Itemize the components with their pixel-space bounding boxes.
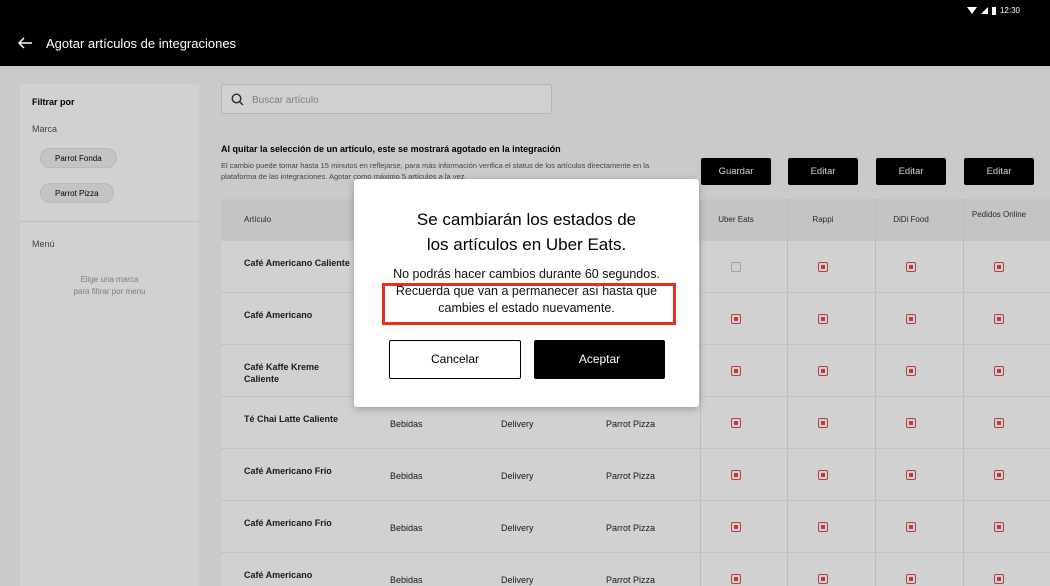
highlight-box <box>382 283 676 325</box>
status-bar: 12:30 <box>966 6 1020 15</box>
dialog-title-line1: Se cambiarán los estados de <box>416 210 637 229</box>
wifi-icon <box>966 7 977 14</box>
back-arrow-icon[interactable] <box>16 34 34 52</box>
accept-button[interactable]: Aceptar <box>534 340 665 379</box>
app-bar: 12:30 Agotar artículos de integraciones <box>0 0 1050 66</box>
signal-icon <box>980 7 988 14</box>
cancel-button[interactable]: Cancelar <box>389 340 521 379</box>
confirm-dialog: Se cambiarán los estados de los artículo… <box>354 179 699 407</box>
battery-icon <box>991 6 996 15</box>
status-time: 12:30 <box>999 6 1020 15</box>
dialog-body-line1: No podrás hacer cambios durante 60 segun… <box>393 267 660 281</box>
dialog-title: Se cambiarán los estados de los artículo… <box>354 207 699 257</box>
page-title: Agotar artículos de integraciones <box>46 36 237 51</box>
dialog-title-line2: los artículos en Uber Eats. <box>426 235 627 254</box>
